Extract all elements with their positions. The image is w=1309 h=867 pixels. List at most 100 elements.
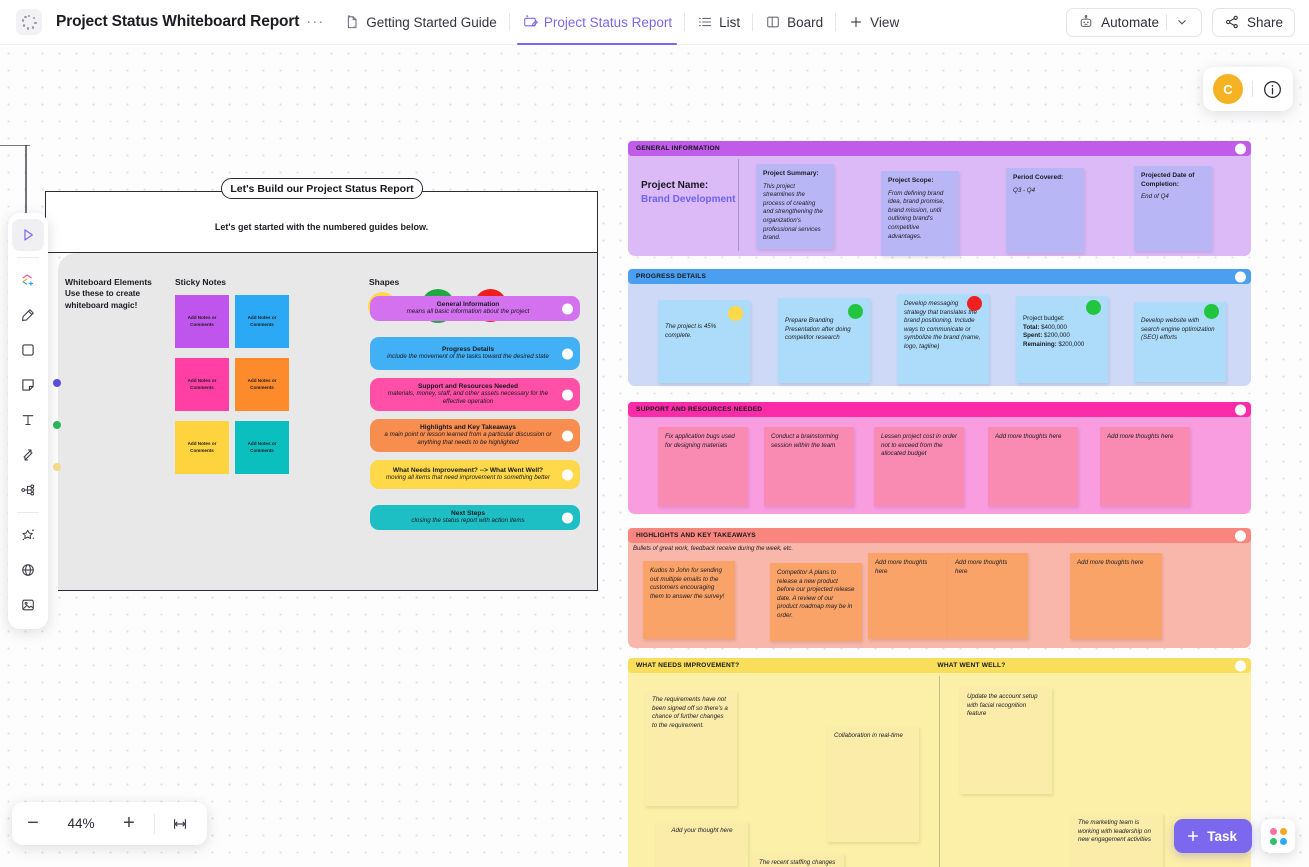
tab-board[interactable]: Board bbox=[753, 0, 835, 45]
section-general-information[interactable]: GENERAL INFORMATION Project Name: Brand … bbox=[628, 141, 1251, 256]
legend-knob[interactable] bbox=[562, 389, 573, 400]
tab-add-view[interactable]: View bbox=[836, 0, 911, 45]
page-more-options-button[interactable]: ··· bbox=[306, 17, 324, 27]
card-highlight-1[interactable]: Kudos to John for sending out multiple e… bbox=[643, 561, 735, 639]
status-dot-on-track[interactable] bbox=[1204, 304, 1219, 319]
legend-knob[interactable] bbox=[562, 512, 573, 523]
card-title: Project Summary: bbox=[763, 170, 827, 179]
zoom-level-value[interactable]: 44% bbox=[54, 816, 108, 831]
card-improvement-1[interactable]: The requirements have not been signed of… bbox=[645, 690, 737, 806]
zoom-out-button[interactable]: − bbox=[12, 802, 54, 845]
pen-tool[interactable] bbox=[12, 299, 44, 331]
chevron-down-icon[interactable] bbox=[1174, 14, 1190, 30]
share-button[interactable]: Share bbox=[1212, 8, 1295, 37]
card-project-summary[interactable]: Project Summary: This project streamline… bbox=[756, 164, 834, 249]
section-progress-details[interactable]: PROGRESS DETAILS The project is 45% comp… bbox=[628, 269, 1251, 386]
automate-button[interactable]: Automate bbox=[1066, 8, 1202, 37]
apps-grid-button[interactable] bbox=[1261, 819, 1295, 853]
card-title: Project Scope: bbox=[888, 177, 952, 186]
section-highlights[interactable]: HIGHLIGHTS AND KEY TAKEAWAYS Bullets of … bbox=[628, 528, 1251, 648]
card-highlight-4[interactable]: Add more thoughts here bbox=[948, 553, 1028, 639]
select-cursor-tool[interactable] bbox=[12, 219, 44, 251]
sticky-color-dot[interactable] bbox=[53, 463, 61, 471]
card-support-1[interactable]: Fix application bugs used for designing … bbox=[658, 427, 748, 506]
create-task-button[interactable]: Task bbox=[1174, 819, 1252, 853]
tab-project-status-report[interactable]: Project Status Report bbox=[510, 0, 684, 45]
section-knob[interactable] bbox=[1235, 530, 1246, 541]
legend-general-information[interactable]: General Information means all basic info… bbox=[370, 296, 580, 321]
section-knob[interactable] bbox=[1235, 271, 1246, 282]
connector-tool[interactable] bbox=[12, 439, 44, 471]
info-icon[interactable] bbox=[1262, 79, 1283, 100]
card-improvement-2[interactable]: Collaboration in real-time bbox=[827, 726, 919, 842]
card-body: The recent staffing changes may delay th… bbox=[759, 859, 837, 867]
legend-progress-details[interactable]: Progress Details include the movement of… bbox=[370, 337, 580, 370]
sticky-note-sample[interactable]: Add Notes or Comments bbox=[175, 295, 229, 348]
pen-color-dot[interactable] bbox=[53, 379, 61, 387]
fit-to-screen-button[interactable] bbox=[159, 802, 201, 845]
legend-next-steps[interactable]: Next Steps closing the status report wit… bbox=[370, 505, 580, 530]
image-tool[interactable] bbox=[12, 589, 44, 621]
card-progress-5[interactable]: Develop website with search engine optim… bbox=[1134, 302, 1226, 382]
card-project-scope[interactable]: Project Scope: From defining brand idea,… bbox=[881, 171, 959, 256]
card-highlight-3[interactable]: Add more thoughts here bbox=[868, 553, 948, 639]
legend-support-resources[interactable]: Support and Resources Needed materials, … bbox=[370, 378, 580, 411]
card-progress-3[interactable]: Develop messaging strategy that translat… bbox=[897, 294, 989, 384]
tab-list[interactable]: List bbox=[685, 0, 752, 45]
legend-knob[interactable] bbox=[562, 430, 573, 441]
sticky-note-sample[interactable]: Add Notes or Comments bbox=[235, 421, 289, 474]
legend-improvement[interactable]: What Needs Improvement? --> What Went We… bbox=[370, 460, 580, 489]
card-support-2[interactable]: Conduct a brainstorming session within t… bbox=[764, 427, 854, 506]
zoom-in-button[interactable]: + bbox=[108, 802, 150, 845]
card-highlight-5[interactable]: Add more thoughts here bbox=[1070, 553, 1162, 639]
card-progress-2[interactable]: Prepare Branding Presentation after doin… bbox=[778, 298, 870, 383]
legend-knob[interactable] bbox=[562, 469, 573, 480]
card-period-covered[interactable]: Period Covered: Q3 - Q4 bbox=[1006, 168, 1084, 253]
card-improvement-3[interactable]: Add your thought here bbox=[656, 821, 748, 867]
legend-knob[interactable] bbox=[562, 303, 573, 314]
card-project-budget[interactable]: Project budget: Total: $400,000 Spent: $… bbox=[1016, 296, 1108, 383]
shape-tool[interactable] bbox=[12, 334, 44, 366]
app-logo-button[interactable] bbox=[16, 9, 42, 35]
card-improvement-4[interactable]: The recent staffing changes may delay th… bbox=[752, 853, 844, 867]
section-knob[interactable] bbox=[1235, 660, 1246, 671]
embed-web-tool[interactable] bbox=[12, 554, 44, 586]
mindmap-tool[interactable] bbox=[12, 474, 44, 506]
whiteboard-canvas[interactable]: Let's Build our Project Status Report Le… bbox=[0, 45, 1309, 867]
text-tool[interactable] bbox=[12, 404, 44, 436]
legend-highlights[interactable]: Highlights and Key Takeaways a main poin… bbox=[370, 419, 580, 452]
avatar[interactable]: C bbox=[1213, 74, 1243, 104]
sticky-note-sample[interactable]: Add Notes or Comments bbox=[235, 295, 289, 348]
card-went-well-2[interactable]: The marketing team is working with leade… bbox=[1071, 813, 1163, 867]
card-body: The requirements have not been signed of… bbox=[652, 696, 730, 730]
status-dot-on-track[interactable] bbox=[848, 304, 863, 319]
toolbar-divider bbox=[17, 512, 39, 513]
section-improvement[interactable]: WHAT NEEDS IMPROVEMENT? WHAT WENT WELL? … bbox=[628, 658, 1251, 867]
card-support-3[interactable]: Lessen project cost in order not to exce… bbox=[874, 427, 964, 506]
section-support-resources[interactable]: SUPPORT AND RESOURCES NEEDED Fix applica… bbox=[628, 402, 1251, 514]
section-knob[interactable] bbox=[1235, 143, 1246, 154]
sticky-note-sample[interactable]: Add Notes or Comments bbox=[235, 358, 289, 411]
tab-getting-started-guide[interactable]: Getting Started Guide bbox=[332, 0, 509, 45]
card-highlight-2[interactable]: Competitor A plans to release a new prod… bbox=[770, 563, 862, 641]
card-went-well-1[interactable]: Update the account setup with facial rec… bbox=[960, 687, 1052, 794]
whiteboard-icon bbox=[522, 14, 538, 30]
card-body: End of Q4 bbox=[1141, 193, 1205, 202]
status-dot-caution[interactable] bbox=[728, 306, 743, 321]
section-title: HIGHLIGHTS AND KEY TAKEAWAYS bbox=[636, 532, 756, 539]
legend-title: Progress Details bbox=[442, 346, 494, 353]
sticky-note-sample[interactable]: Add Notes or Comments bbox=[175, 358, 229, 411]
status-dot-issues[interactable] bbox=[967, 296, 982, 311]
card-projected-completion[interactable]: Projected Date of Completion: End of Q4 bbox=[1134, 166, 1212, 251]
sticky-note-tool[interactable] bbox=[12, 369, 44, 401]
section-knob[interactable] bbox=[1235, 404, 1246, 415]
card-support-4[interactable]: Add more thoughts here bbox=[988, 427, 1078, 506]
legend-knob[interactable] bbox=[562, 348, 573, 359]
sticky-note-sample[interactable]: Add Notes or Comments bbox=[175, 421, 229, 474]
card-support-5[interactable]: Add more thoughts here bbox=[1100, 427, 1190, 506]
shape-color-dot[interactable] bbox=[53, 421, 61, 429]
card-progress-1[interactable]: The project is 45% complete. bbox=[658, 300, 750, 383]
ai-magic-tool[interactable] bbox=[12, 519, 44, 551]
add-card-tool[interactable] bbox=[12, 264, 44, 296]
status-dot-on-track[interactable] bbox=[1086, 300, 1101, 315]
